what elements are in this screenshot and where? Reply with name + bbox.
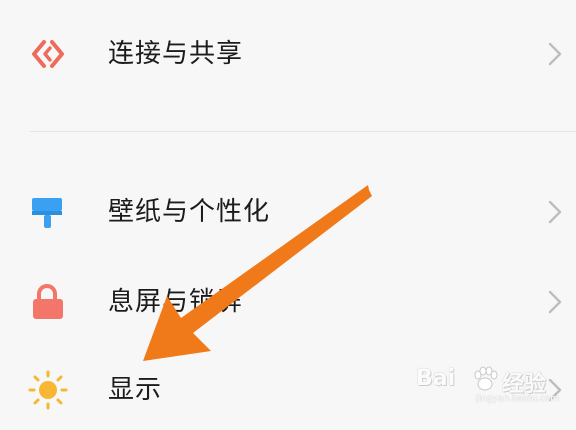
settings-item-wallpaper-personalization[interactable]: 壁纸与个性化: [0, 172, 576, 252]
settings-list: 连接与共享 壁纸与个性化 息屏与锁屏 显示: [0, 0, 576, 416]
settings-item-label: 连接与共享: [108, 39, 244, 69]
paint-brush-icon: [26, 190, 70, 234]
sun-icon: [26, 368, 70, 412]
chevron-right-icon: [544, 288, 566, 316]
settings-item-label: 壁纸与个性化: [108, 197, 271, 227]
settings-item-screen-lock[interactable]: 息屏与锁屏: [0, 262, 576, 342]
settings-item-display[interactable]: 显示: [0, 350, 576, 430]
chevron-right-icon: [544, 40, 566, 68]
settings-item-label: 息屏与锁屏: [108, 287, 244, 317]
connection-share-icon: [26, 32, 70, 76]
chevron-right-icon: [544, 376, 566, 404]
settings-item-connection-share[interactable]: 连接与共享: [0, 14, 576, 94]
lock-icon: [26, 280, 70, 324]
chevron-right-icon: [544, 198, 566, 226]
settings-item-label: 显示: [108, 375, 163, 405]
section-divider: [30, 131, 576, 132]
